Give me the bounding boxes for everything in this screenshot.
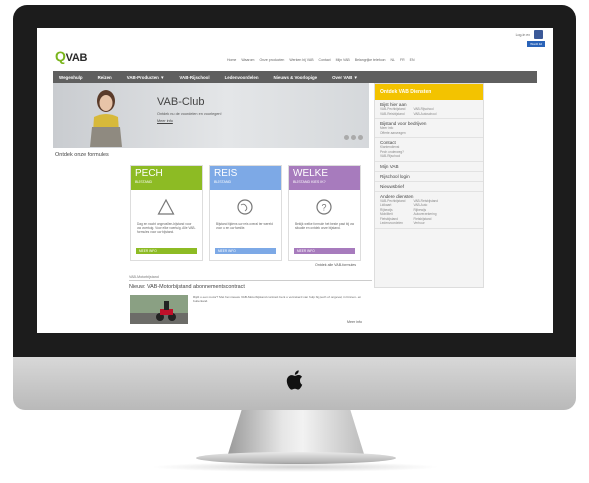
warning-triangle-icon xyxy=(157,198,175,215)
monitor-stand xyxy=(228,410,364,454)
sidebar-section[interactable]: Andere diensten VAB-Pechbijstand Lidkaar… xyxy=(375,192,483,229)
news-title[interactable]: Nieuw: VAB-Motorbijstand abonnementscont… xyxy=(129,284,245,290)
hero-pager[interactable] xyxy=(344,135,363,140)
top-link[interactable]: Waarom xyxy=(241,58,254,62)
svg-text:?: ? xyxy=(321,203,326,213)
news-label: VAB-Motorbijstand xyxy=(129,275,159,279)
imac-mockup: Log-in ex Wordt lid QVAB Home Waarom Onz… xyxy=(0,0,589,483)
nav-item[interactable]: Wegenhulp xyxy=(59,75,83,80)
more-info-button[interactable]: MEER INFO xyxy=(294,248,355,254)
news-more-link[interactable]: Meer info xyxy=(347,320,362,324)
logo-mark-icon: Q xyxy=(55,48,66,64)
services-sidebar: Ontdek VAB Diensten Bijst hier aan VAB-P… xyxy=(374,83,484,288)
pager-dot[interactable] xyxy=(351,135,356,140)
top-link[interactable]: Onze producten xyxy=(259,58,284,62)
nav-item[interactable]: Nieuws & Voorlopige xyxy=(274,75,318,80)
all-formulas-link[interactable]: Ontdek alle VAB-formules xyxy=(315,263,356,267)
floor-shadow xyxy=(150,462,440,472)
facebook-icon[interactable] xyxy=(534,30,543,39)
nav-item[interactable]: Reizen xyxy=(98,75,112,80)
top-link[interactable]: Mijn VAB xyxy=(336,58,350,62)
top-utility: Log-in ex xyxy=(516,30,543,39)
divider xyxy=(129,280,372,281)
sidebar-section[interactable]: Rijschool login xyxy=(375,172,483,182)
formula-card-reis[interactable]: REIS BIJSTAND Bijstand tijdens uw reis o… xyxy=(209,165,282,261)
lang-link[interactable]: EN xyxy=(410,58,415,62)
nav-item[interactable]: Ledenvoordelen xyxy=(225,75,259,80)
hero-subtitle: Ontdek nu de voordelen en voorlegen! xyxy=(157,112,222,116)
sidebar-section[interactable]: Nieuwsbrief xyxy=(375,182,483,192)
section-title: Ontdek onze formules xyxy=(55,152,109,158)
sidebar-header: Ontdek VAB Diensten xyxy=(375,84,483,100)
join-badge[interactable]: Wordt lid xyxy=(527,41,545,47)
sidebar-section[interactable]: Mijn VAB xyxy=(375,162,483,172)
sidebar-section[interactable]: Contact Klantendienst Pech onderweg? VAB… xyxy=(375,138,483,162)
hero-title: VAB-Club xyxy=(157,96,205,108)
website-screen: Log-in ex Wordt lid QVAB Home Waarom Onz… xyxy=(37,28,553,333)
top-link[interactable]: Contact xyxy=(319,58,331,62)
pager-dot[interactable] xyxy=(358,135,363,140)
globe-icon xyxy=(237,199,253,215)
lang-link[interactable]: FR xyxy=(400,58,405,62)
lang-link[interactable]: NL xyxy=(391,58,395,62)
vab-logo[interactable]: QVAB xyxy=(55,48,87,64)
formula-card-pech[interactable]: PECH BIJSTAND Dag en nacht ongevallen-bi… xyxy=(130,165,203,261)
apple-logo-icon xyxy=(286,370,303,390)
more-info-button[interactable]: MEER INFO xyxy=(215,248,276,254)
pager-dot[interactable] xyxy=(344,135,349,140)
nav-item[interactable]: VAB-Producten ▼ xyxy=(127,75,165,80)
woman-photo xyxy=(90,90,122,147)
sidebar-section[interactable]: Bijstand voor bedrijven Meer info Offert… xyxy=(375,119,483,138)
question-icon: ? xyxy=(316,199,332,215)
nav-item[interactable]: VAB-Rijschool xyxy=(179,75,209,80)
login-link[interactable]: Log-in ex xyxy=(516,33,530,37)
nav-item[interactable]: Over VAB ▼ xyxy=(332,75,358,80)
more-info-button[interactable]: MEER INFO xyxy=(136,248,197,254)
sidebar-section[interactable]: Bijst hier aan VAB-Pechbijstand VAB-Reisb… xyxy=(375,100,483,119)
motorbike-photo xyxy=(130,295,188,324)
formula-card-welke[interactable]: WELKE BIJSTAND KIES IK? ? Bekijk welke f… xyxy=(288,165,361,261)
news-text: Rijdt u een motor? Met het nieuwe VAB-Mo… xyxy=(193,295,362,303)
top-link[interactable]: Home xyxy=(227,58,236,62)
hero-more-link[interactable]: Meer info xyxy=(157,119,173,123)
main-nav: Wegenhulp Reizen VAB-Producten ▼ VAB-Rij… xyxy=(53,71,537,83)
top-links: Home Waarom Onze producten Werken bij VA… xyxy=(227,58,415,62)
hero-banner[interactable]: VAB-Club Ontdek nu de voordelen en voorl… xyxy=(53,83,369,148)
top-link[interactable]: Belangrijke telefoon xyxy=(355,58,386,62)
top-link[interactable]: Werken bij VAB xyxy=(289,58,313,62)
